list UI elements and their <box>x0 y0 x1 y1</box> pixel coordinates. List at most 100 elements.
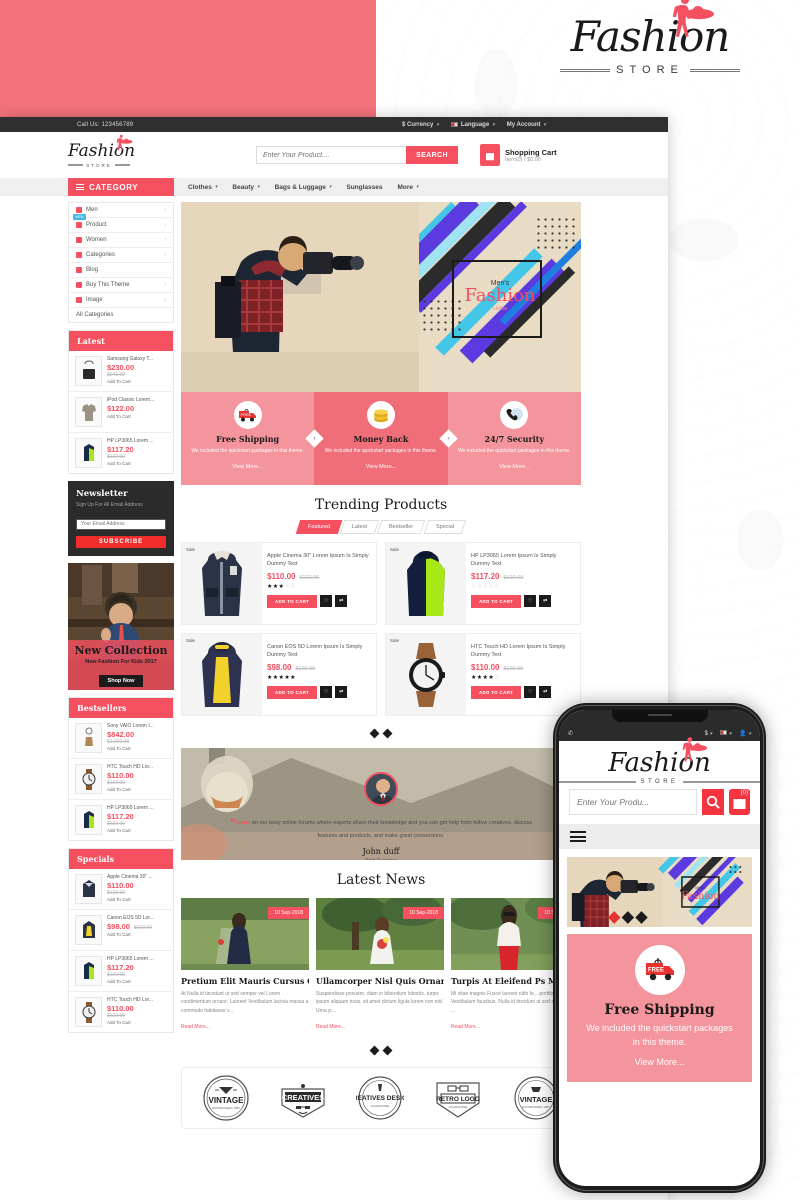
nav-item-beauty[interactable]: Beauty ▾ <box>232 184 259 191</box>
product-card[interactable]: Sale HTC Touch HD Lorem Ipsum Is Simply … <box>385 633 581 716</box>
carousel-next-icon[interactable] <box>382 1045 393 1056</box>
service-link[interactable]: View More... <box>499 464 529 470</box>
compare-icon[interactable]: ⇄ <box>335 595 348 607</box>
wishlist-icon[interactable]: ♡ <box>320 595 333 607</box>
brand-logo-creatives-design[interactable]: CREATIVES DESIGN GUARANTEE <box>356 1074 404 1122</box>
currency-selector[interactable]: $ Currency ▾ <box>402 122 439 128</box>
phone-hero-banner[interactable]: Men's Fashion <box>567 857 752 927</box>
my-account-menu[interactable]: My Account ▾ <box>507 122 546 128</box>
sidebar-item-all-categories[interactable]: All Categories <box>69 308 173 322</box>
brand-logo-creatives[interactable]: CREATIVES <box>278 1075 328 1121</box>
add-to-cart-button[interactable]: ADD TO CART <box>471 594 522 608</box>
product-card[interactable]: Sale Apple Cinema 30" Lorem Ipsum Is Sim… <box>181 542 377 625</box>
service-free-shipping[interactable]: FREE Free Shipping We included the quick… <box>181 392 315 485</box>
language-selector[interactable]: Language ▾ <box>450 122 495 128</box>
list-item[interactable]: Canon EOS 5D Lor... $98.00 $122.00 Add T… <box>69 910 173 951</box>
phone-service-box[interactable]: FREE Free Shipping We included the quick… <box>567 934 752 1082</box>
tab-featured[interactable]: Featured <box>296 520 343 534</box>
tab-bestseller[interactable]: Bestseller <box>377 520 426 534</box>
carousel-prev-icon[interactable] <box>369 1045 380 1056</box>
read-more-link[interactable]: Read More... <box>451 1024 480 1030</box>
tab-latest[interactable]: Latest <box>340 520 380 534</box>
new-collection-banner[interactable]: New Collection New Fashion For Kids 2017… <box>68 563 174 690</box>
add-to-cart-link[interactable]: Add To Cart <box>107 1020 153 1025</box>
add-to-cart-link[interactable]: Add To Cart <box>107 897 153 902</box>
sidebar-item-product[interactable]: NEW Product › <box>69 214 173 233</box>
nav-item-bags[interactable]: Bags & Luggage ▾ <box>275 184 332 191</box>
add-to-cart-link[interactable]: Add To Cart <box>107 414 154 419</box>
list-item[interactable]: Sony VAIO Lorem I... $842.00 $1,202.00 A… <box>69 718 173 759</box>
phone-search-button[interactable] <box>702 789 724 815</box>
list-item[interactable]: Samsung Galaxy T... $230.00 $241.99 Add … <box>69 351 173 392</box>
read-more-link[interactable]: Read More... <box>181 1024 210 1030</box>
wishlist-icon[interactable]: ♡ <box>524 686 537 698</box>
add-to-cart-link[interactable]: Add To Cart <box>107 979 154 984</box>
list-item[interactable]: HTC Touch HD Lor... $110.00 $122.00 Add … <box>69 759 173 800</box>
add-to-cart-link[interactable]: Add To Cart <box>107 746 154 751</box>
news-card[interactable]: 10 Sep-2018 Pretium Elit Mauris Cursus C… <box>181 898 309 1033</box>
sidebar-item-buy-this-theme[interactable]: Buy This Theme › <box>69 278 173 293</box>
hero-banner[interactable]: Men's Fashion cloths <box>181 202 581 392</box>
list-item[interactable]: HP LP3065 Lorem ... $117.20 $122.00 Add … <box>69 800 173 840</box>
add-to-cart-button[interactable]: ADD TO CART <box>267 685 318 699</box>
nav-item-clothes[interactable]: Clothes ▾ <box>188 184 217 191</box>
search-input[interactable] <box>256 146 406 164</box>
carousel-nav-products[interactable] <box>181 716 581 748</box>
phone-language-selector[interactable]: ▾ <box>720 730 731 737</box>
tab-special[interactable]: Special <box>423 520 466 534</box>
compare-icon[interactable]: ⇄ <box>335 686 348 698</box>
add-to-cart-link[interactable]: Add To Cart <box>107 461 154 466</box>
news-card[interactable]: 10 Sep-2018 Ullamcorper Nisl Quis Ornare… <box>316 898 444 1033</box>
nav-item-sunglasses[interactable]: Sunglasses <box>346 184 382 191</box>
carousel-next-icon[interactable] <box>382 728 393 739</box>
service-link[interactable]: View More... <box>366 464 396 470</box>
sidebar-item-categories[interactable]: Categories › <box>69 248 173 263</box>
product-old-price: $122.00 <box>503 665 524 672</box>
list-item[interactable]: Apple Cinema 30" ... $110.00 $122.00 Add… <box>69 869 173 910</box>
newsletter-email-input[interactable] <box>76 518 166 530</box>
phone-icon[interactable]: ✆ <box>568 730 573 737</box>
add-to-cart-link[interactable]: Add To Cart <box>107 787 153 792</box>
add-to-cart-link[interactable]: Add To Cart <box>107 379 153 384</box>
sidebar-item-women[interactable]: Women › <box>69 233 173 248</box>
product-card[interactable]: Sale HP LP3065 Lorem Ipsum Is Simply Dum… <box>385 542 581 625</box>
list-item[interactable]: HTC Touch HD Lor... $110.00 $122.00 Add … <box>69 992 173 1032</box>
service-security[interactable]: 24/7 Security We included the quickstart… <box>447 392 581 485</box>
add-to-cart-button[interactable]: ADD TO CART <box>471 685 522 699</box>
sidebar-item-blog[interactable]: Blog <box>69 263 173 278</box>
wishlist-icon[interactable]: ♡ <box>524 595 537 607</box>
search-button[interactable]: SEARCH <box>406 146 458 164</box>
sidebar-item-image[interactable]: Image › <box>69 293 173 308</box>
phone-search-input[interactable] <box>569 789 697 815</box>
carousel-nav-news[interactable] <box>181 1033 581 1065</box>
service-money-back[interactable]: Money Back We included the quickstart pa… <box>314 392 448 485</box>
hamburger-icon[interactable] <box>570 829 586 845</box>
brand-logo-vintage-1[interactable]: VINTAGE ESTABLISHED 1987 <box>202 1074 250 1122</box>
phone-service-link[interactable]: View More... <box>635 1057 685 1067</box>
subscribe-button[interactable]: SUBSCRIBE <box>76 536 166 548</box>
header-logo[interactable]: Fashion STORE <box>68 134 135 168</box>
carousel-prev-icon[interactable] <box>369 728 380 739</box>
list-item[interactable]: iPod Classic Lorem... $122.00 Add To Car… <box>69 392 173 433</box>
service-link[interactable]: View More... <box>232 464 262 470</box>
shopping-cart-widget[interactable]: Shopping Cart Item(0) / $0.00 <box>479 144 557 166</box>
phone-search-row: (0) <box>559 789 760 824</box>
add-to-cart-link[interactable]: Add To Cart <box>107 932 154 937</box>
category-menu-button[interactable]: CATEGORY <box>68 178 174 196</box>
compare-icon[interactable]: ⇄ <box>539 595 552 607</box>
product-card[interactable]: Sale Canon EOS 5D Lorem Ipsum Is Simply … <box>181 633 377 716</box>
nav-item-more[interactable]: More ▾ <box>398 184 419 191</box>
list-item[interactable]: HP LP3065 Lorem ... $117.20 $122.00 Add … <box>69 433 173 473</box>
compare-icon[interactable]: ⇄ <box>539 686 552 698</box>
wishlist-icon[interactable]: ♡ <box>320 686 333 698</box>
phone-logo[interactable]: Fashion STORE <box>559 737 760 789</box>
phone-account-menu[interactable]: 👤 ▾ <box>739 730 751 737</box>
add-to-cart-button[interactable]: ADD TO CART <box>267 594 318 608</box>
phone-menu-bar[interactable] <box>559 824 760 849</box>
list-item[interactable]: HP LP3065 Lorem ... $117.20 $122.00 Add … <box>69 951 173 992</box>
read-more-link[interactable]: Read More... <box>316 1024 345 1030</box>
brand-logo-retro[interactable]: RETRO LOGO GUARANTEE <box>432 1075 484 1121</box>
phone-cart-button[interactable]: (0) <box>728 789 750 815</box>
shop-now-button[interactable]: Shop Now <box>98 675 144 687</box>
add-to-cart-link[interactable]: Add To Cart <box>107 828 154 833</box>
